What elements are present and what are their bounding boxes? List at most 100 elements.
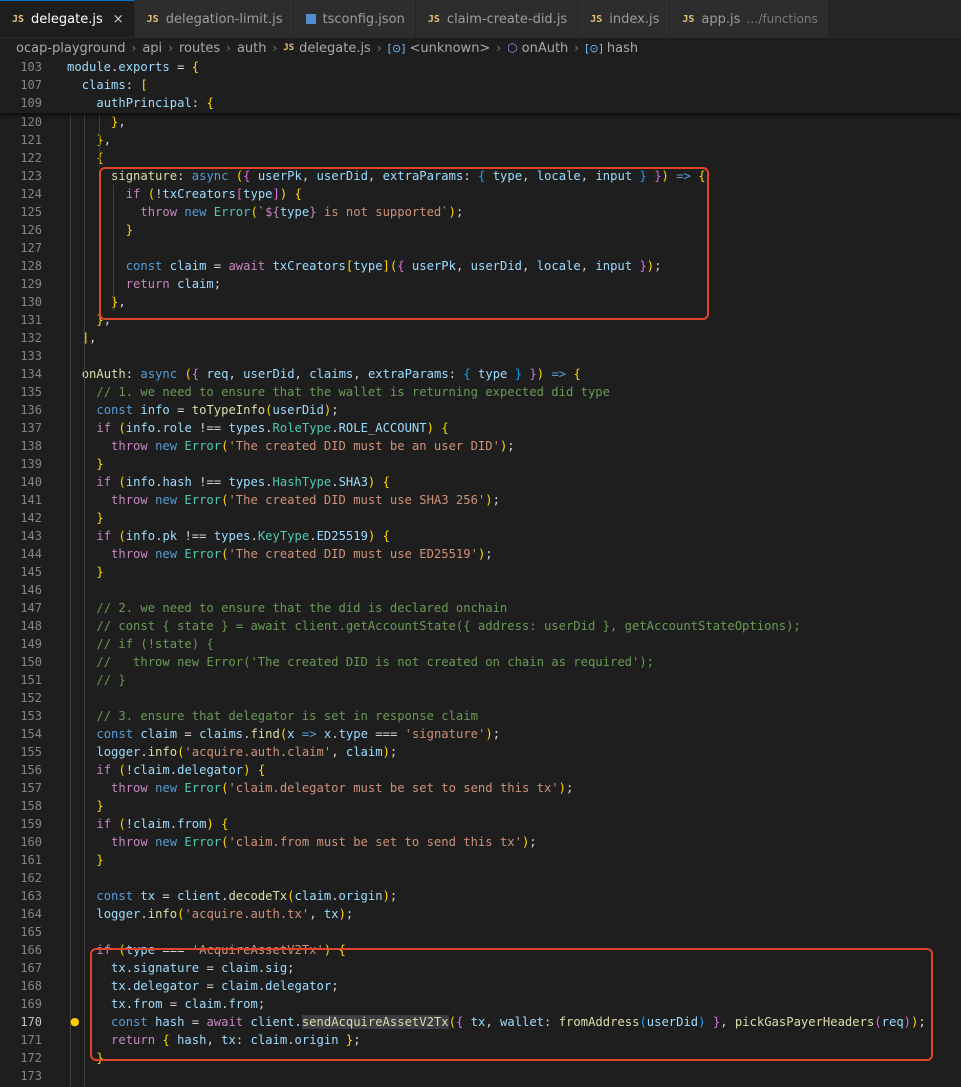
breadcrumb-item[interactable]: ocap-playground — [16, 41, 126, 56]
code-line[interactable]: 173 — [0, 1067, 961, 1085]
code-line[interactable]: 143 if (info.pk !== types.KeyType.ED2551… — [0, 527, 961, 545]
line-number: 154 — [20, 727, 42, 741]
code-text[interactable]: } — [67, 563, 103, 581]
code-line[interactable]: 159 if (!claim.from) { — [0, 815, 961, 833]
code-line[interactable]: 155 logger.info('acquire.auth.claim', cl… — [0, 743, 961, 761]
breadcrumb-item[interactable]: delegate.js — [299, 41, 371, 56]
sticky-scroll-header[interactable]: 103 module.exports = {107 claims: [109 au… — [0, 58, 961, 113]
tab-tsconfig-json[interactable]: tsconfig.json — [293, 0, 416, 37]
code-text[interactable]: const info = toTypeInfo(userDid); — [67, 401, 338, 419]
code-line[interactable]: 140 if (info.hash !== types.HashType.SHA… — [0, 473, 961, 491]
code-text[interactable]: if (!claim.from) { — [67, 815, 228, 833]
code-line[interactable]: 121 }, — [0, 131, 961, 149]
breadcrumb-item[interactable]: onAuth — [522, 41, 569, 56]
tab-app-js[interactable]: JS app.js …/functions — [670, 0, 829, 37]
code-line[interactable]: 149 // if (!state) { — [0, 635, 961, 653]
code-text[interactable]: // 2. we need to ensure that the did is … — [67, 599, 507, 617]
code-line[interactable]: 139 } — [0, 455, 961, 473]
code-line[interactable]: 147 // 2. we need to ensure that the did… — [0, 599, 961, 617]
code-line[interactable]: 132 ], — [0, 329, 961, 347]
sticky-line[interactable]: 107 claims: [ — [0, 76, 961, 94]
code-line[interactable]: 161 } — [0, 851, 961, 869]
code-line[interactable]: 164 logger.info('acquire.auth.tx', tx); — [0, 905, 961, 923]
code-line[interactable]: 157 throw new Error('claim.delegator mus… — [0, 779, 961, 797]
code-text[interactable]: onAuth: async ({ req, userDid, claims, e… — [67, 365, 581, 383]
code-text[interactable]: claims: [ — [67, 76, 148, 94]
code-line[interactable]: 148 // const { state } = await client.ge… — [0, 617, 961, 635]
sticky-line[interactable]: 109 authPrincipal: { — [0, 94, 961, 112]
code-text[interactable]: if (!claim.delegator) { — [67, 761, 265, 779]
code-line[interactable]: 152 — [0, 689, 961, 707]
code-text[interactable]: }, — [67, 113, 126, 131]
tab-claim-create-did-js[interactable]: JS claim-create-did.js — [415, 0, 579, 37]
code-text[interactable]: } — [67, 509, 103, 527]
code-line[interactable]: 154 const claim = claims.find(x => x.typ… — [0, 725, 961, 743]
line-number: 138 — [20, 439, 42, 453]
code-line[interactable]: 144 throw new Error('The created DID mus… — [0, 545, 961, 563]
code-text[interactable]: }, — [67, 131, 111, 149]
code-line[interactable]: 158 } — [0, 797, 961, 815]
code-text[interactable]: logger.info('acquire.auth.tx', tx); — [67, 905, 353, 923]
code-text[interactable]: if (info.role !== types.RoleType.ROLE_AC… — [67, 419, 448, 437]
code-line[interactable]: 150 // throw new Error('The created DID … — [0, 653, 961, 671]
code-line[interactable]: 120 }, — [0, 113, 961, 131]
code-text[interactable]: const tx = client.decodeTx(claim.origin)… — [67, 887, 397, 905]
lightbulb-icon[interactable]: ● — [70, 1015, 80, 1028]
code-text[interactable]: } — [67, 797, 103, 815]
code-line[interactable]: 122 { — [0, 149, 961, 167]
code-line[interactable]: 165 — [0, 923, 961, 941]
code-text[interactable]: module.exports = { — [67, 58, 199, 76]
code-text[interactable]: logger.info('acquire.auth.claim', claim)… — [67, 743, 397, 761]
code-line[interactable]: 160 throw new Error('claim.from must be … — [0, 833, 961, 851]
code-line[interactable]: 138 throw new Error('The created DID mus… — [0, 437, 961, 455]
code-text[interactable]: const claim = claims.find(x => x.type ==… — [67, 725, 500, 743]
breadcrumb-item[interactable]: <unknown> — [409, 41, 490, 56]
close-icon[interactable]: × — [113, 12, 124, 27]
tab-index-js[interactable]: JS index.js — [578, 0, 671, 37]
code-text[interactable]: throw new Error('The created DID must be… — [67, 437, 515, 455]
code-line[interactable]: 141 throw new Error('The created DID mus… — [0, 491, 961, 509]
code-line[interactable]: 163 const tx = client.decodeTx(claim.ori… — [0, 887, 961, 905]
chevron-right-icon: › — [272, 41, 278, 55]
code-text[interactable]: if (info.hash !== types.HashType.SHA3) { — [67, 473, 390, 491]
code-line[interactable]: 153 // 3. ensure that delegator is set i… — [0, 707, 961, 725]
code-line[interactable]: 151 // } — [0, 671, 961, 689]
code-text[interactable]: if (info.pk !== types.KeyType.ED25519) { — [67, 527, 390, 545]
breadcrumb-item[interactable]: hash — [607, 41, 638, 56]
code-text[interactable]: ], — [67, 329, 97, 347]
code-line[interactable]: 142 } — [0, 509, 961, 527]
code-text[interactable]: } — [67, 851, 103, 869]
code-line[interactable]: 134 onAuth: async ({ req, userDid, claim… — [0, 365, 961, 383]
tab-delegation-limit-js[interactable]: JS delegation-limit.js — [134, 0, 294, 37]
code-line[interactable]: 137 if (info.role !== types.RoleType.ROL… — [0, 419, 961, 437]
code-line[interactable]: 156 if (!claim.delegator) { — [0, 761, 961, 779]
line-number: 131 — [20, 313, 42, 327]
line-number: 139 — [20, 457, 42, 471]
code-line[interactable]: 145 } — [0, 563, 961, 581]
code-text[interactable]: // const { state } = await client.getAcc… — [67, 617, 800, 635]
code-line[interactable]: 146 — [0, 581, 961, 599]
breadcrumb-item[interactable]: routes — [179, 41, 220, 56]
code-text[interactable]: // 3. ensure that delegator is set in re… — [67, 707, 478, 725]
tab-label: index.js — [609, 11, 660, 27]
code-text[interactable]: throw new Error('The created DID must us… — [67, 545, 493, 563]
code-text[interactable]: throw new Error('claim.from must be set … — [67, 833, 537, 851]
tab-delegate-js[interactable]: JS delegate.js × — [0, 0, 135, 37]
line-number: 133 — [20, 349, 42, 363]
breadcrumb-item[interactable]: api — [142, 41, 162, 56]
code-line[interactable]: 136 const info = toTypeInfo(userDid); — [0, 401, 961, 419]
code-text[interactable]: // if (!state) { — [67, 635, 213, 653]
breadcrumb-item[interactable]: auth — [237, 41, 267, 56]
code-text[interactable]: } — [67, 455, 103, 473]
code-line[interactable]: 133 — [0, 347, 961, 365]
code-text[interactable]: throw new Error('claim.delegator must be… — [67, 779, 573, 797]
code-line[interactable]: 162 — [0, 869, 961, 887]
code-text[interactable]: throw new Error('The created DID must us… — [67, 491, 500, 509]
code-editor[interactable]: 103 module.exports = {107 claims: [109 au… — [0, 58, 961, 1087]
code-text[interactable]: // 1. we need to ensure that the wallet … — [67, 383, 610, 401]
code-text[interactable]: authPrincipal: { — [67, 94, 213, 112]
code-text[interactable]: // throw new Error('The created DID is n… — [67, 653, 654, 671]
sticky-line[interactable]: 103 module.exports = { — [0, 58, 961, 76]
code-text[interactable]: // } — [67, 671, 125, 689]
code-line[interactable]: 135 // 1. we need to ensure that the wal… — [0, 383, 961, 401]
